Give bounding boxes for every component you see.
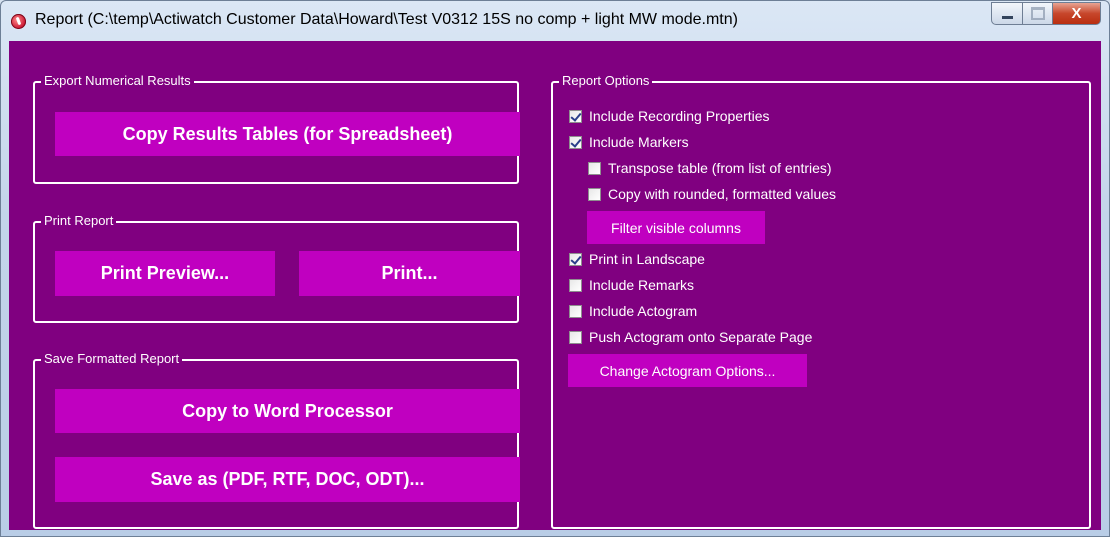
maximize-icon [1030, 7, 1045, 20]
copy-results-tables-button[interactable]: Copy Results Tables (for Spreadsheet) [55, 112, 520, 156]
filter-visible-columns-button[interactable]: Filter visible columns [587, 211, 765, 244]
checkbox-unchecked-icon[interactable] [569, 330, 582, 344]
save-group: Save Formatted Report Copy to Word Proce… [33, 351, 520, 529]
checkbox-checked-icon[interactable] [569, 135, 582, 149]
close-icon: X [1071, 5, 1082, 22]
print-group-legend: Print Report [41, 213, 117, 229]
print-in-landscape-label: Print in Landscape [589, 251, 705, 267]
copy-rounded-values-option[interactable]: Copy with rounded, formatted values [588, 186, 836, 202]
transpose-table-label: Transpose table (from list of entries) [608, 160, 832, 176]
print-group: Print Report Print Preview... Print... [33, 213, 520, 323]
copy-rounded-values-label: Copy with rounded, formatted values [608, 186, 837, 202]
close-button[interactable]: X [1053, 2, 1101, 25]
save-as-button[interactable]: Save as (PDF, RTF, DOC, ODT)... [55, 457, 520, 502]
push-actogram-separate-page-option[interactable]: Push Actogram onto Separate Page [569, 329, 812, 345]
checkbox-checked-icon[interactable] [569, 252, 582, 266]
transpose-table-option[interactable]: Transpose table (from list of entries) [588, 160, 832, 176]
checkbox-unchecked-icon[interactable] [569, 304, 582, 318]
title-bar[interactable]: Report (C:\temp\Actiwatch Customer Data\… [1, 1, 1109, 41]
include-remarks-label: Include Remarks [589, 277, 695, 293]
print-in-landscape-option[interactable]: Print in Landscape [569, 251, 705, 267]
print-preview-button[interactable]: Print Preview... [55, 251, 275, 296]
include-markers-option[interactable]: Include Markers [569, 134, 689, 150]
include-recording-properties-option[interactable]: Include Recording Properties [569, 108, 770, 124]
app-icon[interactable] [11, 14, 26, 29]
export-group: Export Numerical Results Copy Results Ta… [33, 73, 520, 184]
change-actogram-options-button[interactable]: Change Actogram Options... [568, 354, 807, 387]
include-actogram-label: Include Actogram [589, 303, 698, 319]
report-options-group: Report Options Include Recording Propert… [551, 73, 1091, 529]
report-options-legend: Report Options [559, 73, 653, 89]
report-window: Report (C:\temp\Actiwatch Customer Data\… [0, 0, 1110, 537]
export-group-legend: Export Numerical Results [41, 73, 194, 89]
checkbox-checked-icon[interactable] [569, 109, 582, 123]
caption-buttons: X [991, 2, 1101, 25]
minimize-button[interactable] [991, 2, 1023, 25]
include-markers-label: Include Markers [589, 134, 689, 150]
client-area: Export Numerical Results Copy Results Ta… [9, 41, 1101, 530]
checkbox-unchecked-icon[interactable] [569, 278, 582, 292]
save-group-legend: Save Formatted Report [41, 351, 183, 367]
print-button[interactable]: Print... [299, 251, 520, 296]
checkbox-unchecked-icon[interactable] [588, 187, 601, 201]
copy-to-word-processor-button[interactable]: Copy to Word Processor [55, 389, 520, 433]
checkbox-unchecked-icon[interactable] [588, 161, 601, 175]
maximize-button[interactable] [1023, 2, 1053, 25]
include-remarks-option[interactable]: Include Remarks [569, 277, 694, 293]
minimize-icon [1001, 16, 1013, 19]
window-title: Report (C:\temp\Actiwatch Customer Data\… [35, 11, 738, 28]
push-actogram-separate-page-label: Push Actogram onto Separate Page [589, 329, 813, 345]
include-actogram-option[interactable]: Include Actogram [569, 303, 697, 319]
include-recording-properties-label: Include Recording Properties [589, 108, 770, 124]
